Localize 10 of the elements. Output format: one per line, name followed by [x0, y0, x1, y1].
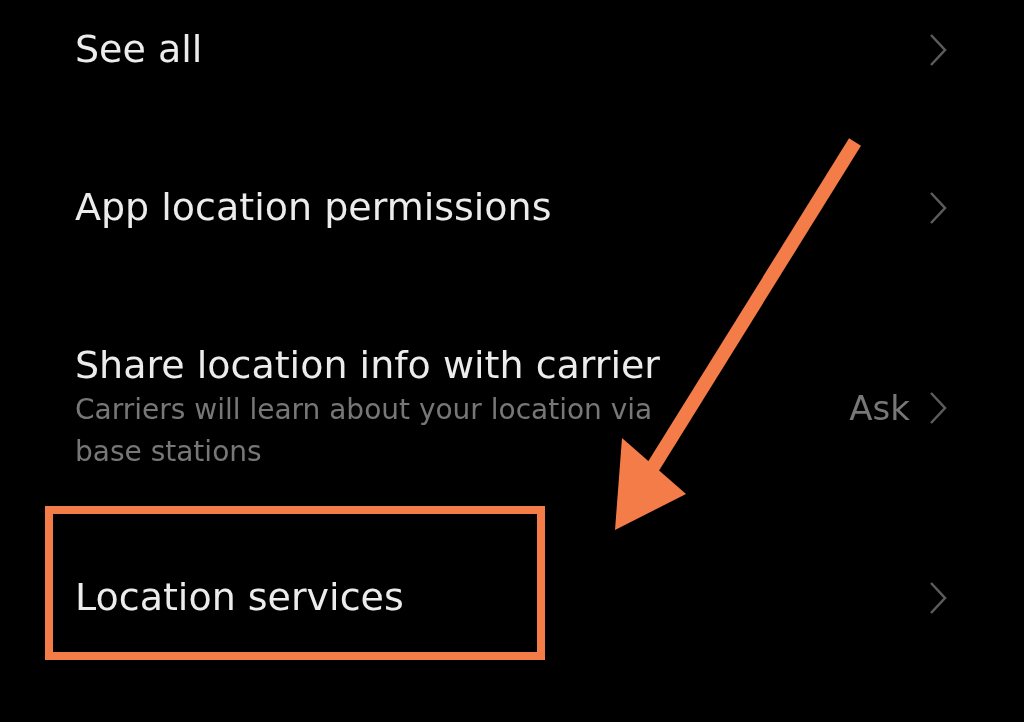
settings-row[interactable]: See all — [0, 0, 1024, 100]
setting-title: App location permissions — [75, 185, 553, 231]
settings-row[interactable]: Location services — [0, 500, 1024, 696]
setting-value: Ask — [849, 388, 910, 428]
setting-title: See all — [75, 27, 204, 73]
settings-row[interactable]: App location permissions — [0, 100, 1024, 316]
setting-title: Share location info with carrier — [75, 343, 661, 389]
setting-description: Carriers will learn about your location via base stations — [75, 391, 654, 470]
setting-title: Location services — [75, 575, 405, 621]
settings-row[interactable]: Share location info with carrier Carriers will learn about your location via base stations Ask — [0, 316, 1024, 500]
